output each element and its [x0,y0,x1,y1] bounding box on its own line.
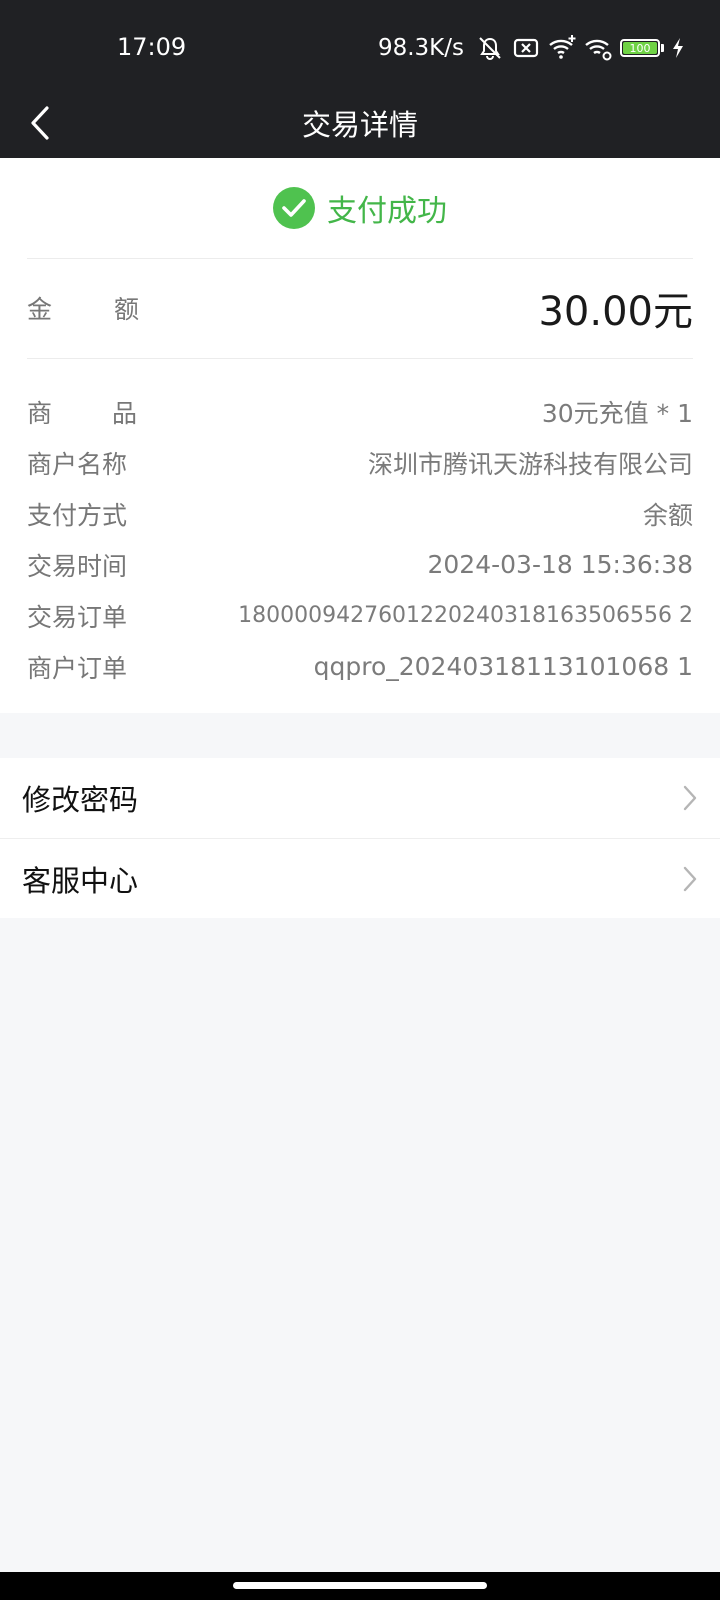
payment-method-label: 支付方式 [27,500,128,530]
status-icons: 98.3K/s 100 [378,33,684,63]
order-label: 交易订单 [27,602,128,632]
chevron-right-icon [683,866,697,892]
payment-status-text: 支付成功 [327,194,447,229]
transaction-details: 商 品 30元充值 * 1 商户名称 深圳市腾讯天游科技有限公司 支付方式 余额… [27,386,693,692]
divider [27,358,693,359]
nav-bar: 交易详情 [0,95,720,158]
menu-item-label: 客服中心 [22,863,139,898]
gesture-bar [0,1572,720,1600]
product-value: 30元充值 * 1 [541,398,693,428]
amount-row: 金 额 30.00元 [27,258,693,358]
chevron-right-icon [683,785,697,811]
charging-icon [673,38,683,58]
product-label: 商 品 [27,398,137,428]
detail-row-payment-method: 支付方式 余额 [27,488,693,539]
page-title: 交易详情 [301,107,418,142]
detail-row-time: 交易时间 2024-03-18 15:36:38 [27,539,693,590]
amount-label: 金 额 [27,295,139,324]
sim-x-icon [513,38,539,58]
merchant-name-label: 商户名称 [27,449,128,479]
battery-icon: 100 [620,39,664,57]
detail-row-order: 交易订单 1800009427601220240318163506556 2 [27,590,693,641]
network-speed: 98.3K/s [377,35,464,61]
home-indicator[interactable] [233,1582,487,1589]
status-time: 17:09 [117,33,187,61]
payment-method-value: 余额 [642,500,693,530]
merchant-order-value: qqpro_20240318113101068 1 [313,652,693,681]
menu-item-label: 修改密码 [22,783,139,817]
menu-item-customer-service[interactable]: 客服中心 [0,838,720,918]
menu-item-change-password[interactable]: 修改密码 [0,758,720,838]
status-bar: 17:09 98.3K/s 100 [0,0,720,95]
payment-status: 支付成功 [0,184,720,232]
amount-value: 30.00元 [538,289,693,335]
wifi-plus-icon [549,35,576,59]
detail-row-merchant-name: 商户名称 深圳市腾讯天游科技有限公司 [27,437,693,488]
merchant-name-value: 深圳市腾讯天游科技有限公司 [367,449,693,479]
time-label: 交易时间 [27,551,128,581]
detail-row-product: 商 品 30元充值 * 1 [27,386,693,437]
merchant-order-label: 商户订单 [27,653,128,683]
transaction-card: 支付成功 金 额 30.00元 商 品 30元充值 * 1 商户名称 深圳市腾讯… [0,158,720,713]
settings-menu: 修改密码 客服中心 [0,758,720,918]
detail-row-merchant-order: 商户订单 qqpro_20240318113101068 1 [27,641,693,692]
order-value: 1800009427601220240318163506556 2 [238,603,693,628]
mute-icon [479,37,501,60]
time-value: 2024-03-18 15:36:38 [427,550,693,579]
wifi-6-icon [585,39,612,61]
check-circle-icon [273,187,315,229]
battery-level: 100 [629,41,651,55]
